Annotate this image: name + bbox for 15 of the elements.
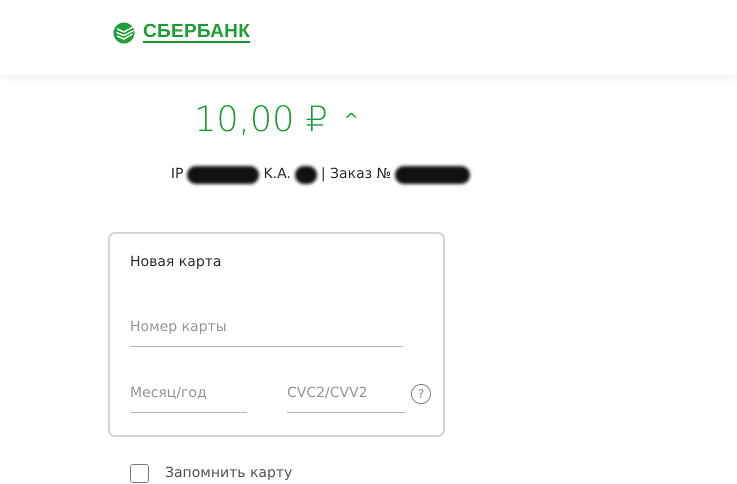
redaction-mark [294,166,317,184]
remember-checkbox[interactable] [130,464,149,483]
help-button[interactable]: ? [411,384,431,404]
remember-label[interactable]: Запомнить карту [165,463,292,484]
card-number-field[interactable]: Номер карты [130,309,403,347]
merchant-text: IP [170,165,184,184]
cvc-field[interactable]: CVC2/CVV2 [287,375,405,413]
payment-amount: 10,00 ₽ [194,103,328,138]
logo-icon [113,22,135,44]
merchant-text: K.A. [263,165,291,184]
collapse-toggle[interactable]: ^ [344,107,359,134]
card-form-title: Новая карта [130,253,222,272]
logo-text: СБЕРБАНК [143,22,250,44]
merchant-text: | Заказ № [320,165,392,184]
expiry-field[interactable]: Месяц/год [130,375,247,413]
